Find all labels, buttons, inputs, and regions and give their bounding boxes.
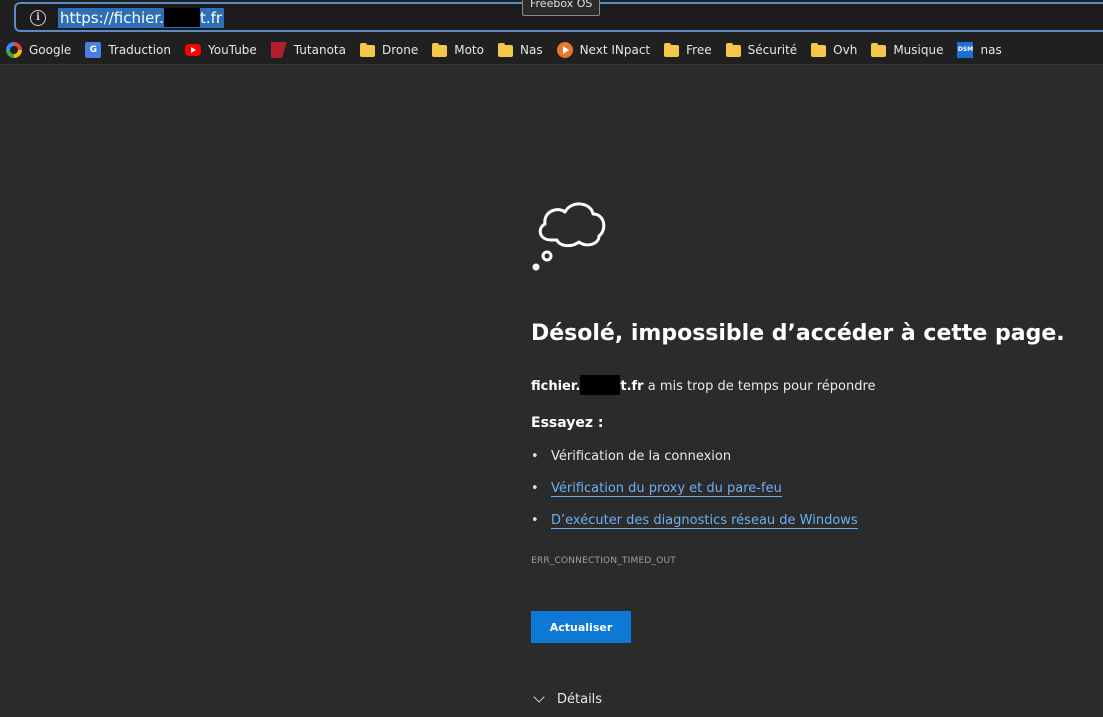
url-suffix: t.fr (199, 9, 223, 27)
translate-icon: G (85, 42, 102, 58)
refresh-button[interactable]: Actualiser (531, 611, 631, 643)
bookmark-moto[interactable]: Moto (426, 38, 490, 62)
folder-icon (359, 43, 375, 57)
bookmark-tutanota[interactable]: Tutanota (265, 38, 352, 62)
details-toggle[interactable]: Détails (533, 690, 603, 707)
bookmark-label: Free (686, 43, 712, 57)
bookmark-securite[interactable]: Sécurité (720, 38, 804, 62)
suggestion-check-connection: Vérification de la connexion (551, 449, 732, 464)
url-prefix: https://fichier. (60, 9, 164, 27)
bookmark-label: Tutanota (293, 43, 346, 57)
address-bar: i https://fichier. t.fr Freebox OS (0, 0, 1103, 36)
list-item: Vérification du proxy et du pare-feu (531, 478, 858, 510)
list-item: Vérification de la connexion (531, 446, 858, 478)
bookmark-nas-folder[interactable]: Nas (492, 38, 549, 62)
host-suffix: t.fr (620, 379, 644, 394)
try-label: Essayez : (531, 415, 604, 431)
page-title: Désolé, impossible d’accéder à cette pag… (531, 321, 1065, 346)
bookmarks-bar: Google G Traduction YouTube Tutanota Dro… (0, 36, 1103, 65)
bookmark-next-inpact[interactable]: Next INpact (551, 38, 657, 62)
folder-icon (497, 43, 513, 57)
dsm-icon: DSM (957, 42, 974, 58)
google-icon (6, 42, 22, 58)
bookmark-traduction[interactable]: G Traduction (79, 38, 177, 62)
folder-icon (725, 43, 741, 57)
bookmark-label: Traduction (108, 43, 171, 57)
folder-icon (432, 43, 448, 57)
folder-icon (664, 43, 680, 57)
folder-icon (811, 43, 827, 57)
nextinpact-icon (556, 42, 573, 58)
bookmark-label: YouTube (208, 43, 257, 57)
redaction-block (163, 8, 200, 27)
bookmark-nas-dsm[interactable]: DSM nas (951, 38, 1007, 62)
redaction-block (580, 375, 621, 395)
error-code: ERR_CONNECTION_TIMED_OUT (531, 556, 676, 566)
error-message: fichier. t.fr a mis trop de temps pour ré… (531, 375, 876, 395)
bookmark-label: Sécurité (747, 43, 798, 57)
bookmark-label: Next INpact (579, 43, 651, 57)
chevron-down-icon (533, 690, 545, 703)
bookmark-label: Nas (519, 43, 543, 57)
bookmark-label: Musique (893, 43, 944, 57)
tooltip: Freebox OS (522, 0, 601, 16)
folder-icon (871, 43, 887, 57)
suggestion-check-proxy-link[interactable]: Vérification du proxy et du pare-feu (551, 481, 782, 497)
bookmark-free[interactable]: Free (658, 38, 717, 62)
youtube-icon (185, 44, 201, 56)
bookmark-label: Ovh (833, 43, 858, 57)
suggestion-network-diagnostics-link[interactable]: D’exécuter des diagnostics réseau de Win… (551, 513, 858, 529)
host-prefix: fichier. (531, 379, 581, 394)
bookmark-musique[interactable]: Musique (865, 38, 949, 62)
info-icon[interactable]: i (30, 10, 46, 26)
bookmark-youtube[interactable]: YouTube (179, 38, 263, 62)
bookmark-label: Google (29, 43, 72, 57)
details-label: Détails (557, 692, 603, 707)
list-item: D’exécuter des diagnostics réseau de Win… (531, 510, 858, 542)
url-text[interactable]: https://fichier. t.fr (58, 8, 225, 28)
bookmark-google[interactable]: Google (0, 38, 77, 62)
tutanota-icon (270, 42, 287, 58)
suggestion-list: Vérification de la connexion Vérificatio… (531, 446, 858, 542)
bookmark-label: Drone (381, 43, 419, 57)
bookmark-drone[interactable]: Drone (354, 38, 424, 62)
bookmark-ovh[interactable]: Ovh (805, 38, 863, 62)
message-text: a mis trop de temps pour répondre (643, 379, 876, 394)
bookmark-label: Moto (454, 43, 484, 57)
bookmark-label: nas (980, 43, 1002, 57)
thought-cloud-icon (532, 202, 606, 271)
